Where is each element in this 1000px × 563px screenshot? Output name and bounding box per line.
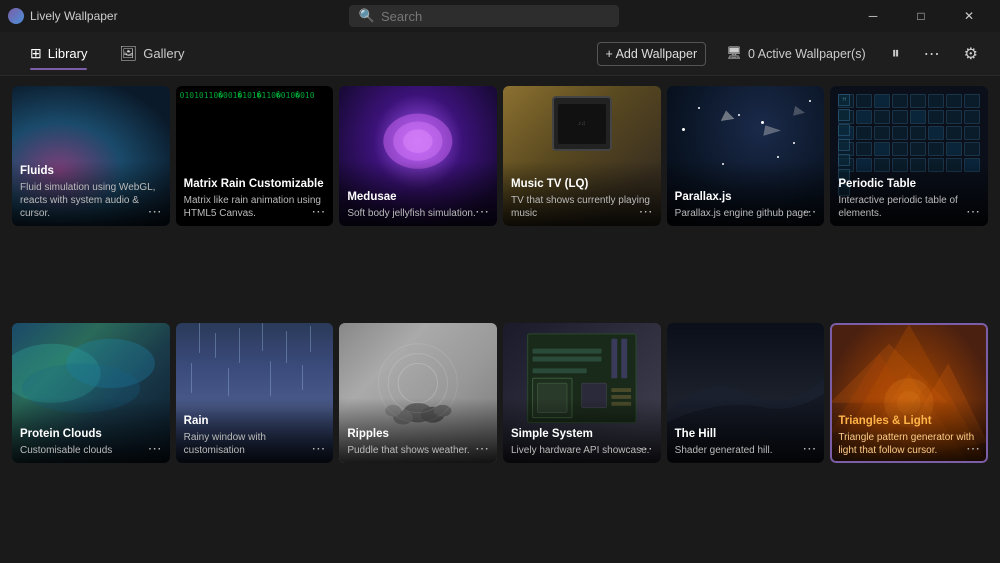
tab-gallery[interactable]: 🖼 Gallery <box>105 39 198 68</box>
card-menu-fluids[interactable]: ⋯ <box>144 202 166 220</box>
card-desc-the-hill: Shader generated hill. <box>675 444 817 457</box>
card-triangles-light[interactable]: Triangles & Light Triangle pattern gener… <box>830 323 988 463</box>
card-menu-triangles[interactable]: ⋯ <box>962 439 984 457</box>
card-desc-medusae: Soft body jellyfish simulation. <box>347 207 489 220</box>
card-desc-parallax: Parallax.js engine github page. <box>675 207 817 220</box>
card-desc-triangles: Triangle pattern generator with light th… <box>838 431 980 457</box>
card-ripples[interactable]: Ripples Puddle that shows weather. ⋯ <box>339 323 497 463</box>
card-rain[interactable]: Rain Rainy window with customisation ⋯ <box>176 323 334 463</box>
card-title-matrix: Matrix Rain Customizable <box>184 177 326 192</box>
search-icon: 🔍 <box>359 8 375 24</box>
library-icon: ⊞ <box>30 45 42 62</box>
tab-library[interactable]: ⊞ Library <box>16 39 101 68</box>
gallery-icon: 🖼 <box>119 45 137 62</box>
card-desc-fluids: Fluid simulation using WebGL, reacts wit… <box>20 181 162 220</box>
card-title-parallax: Parallax.js <box>675 190 817 205</box>
titlebar: Lively Wallpaper 🔍 ─ □ ✕ <box>0 0 1000 32</box>
card-music-tv[interactable]: ♪♫ Music TV (LQ) TV that shows currently… <box>503 86 661 226</box>
card-simple-system[interactable]: Simple System Lively hardware API showca… <box>503 323 661 463</box>
close-button[interactable]: ✕ <box>946 0 992 32</box>
settings-button[interactable]: ⚙ <box>958 40 984 68</box>
music-tv-screen: ♪♫ <box>558 104 606 144</box>
card-title-ripples: Ripples <box>347 427 489 442</box>
card-menu-music-tv[interactable]: ⋯ <box>635 202 657 220</box>
card-desc-simple-system: Lively hardware API showcase. <box>511 444 653 457</box>
gradient-overlay <box>830 398 988 463</box>
card-title-the-hill: The Hill <box>675 427 817 442</box>
card-title-rain: Rain <box>184 414 326 429</box>
card-menu-protein[interactable]: ⋯ <box>144 439 166 457</box>
search-bar: 🔍 <box>349 5 619 27</box>
titlebar-center: 🔍 <box>118 5 850 27</box>
card-desc-rain: Rainy window with customisation <box>184 431 326 457</box>
search-input[interactable] <box>381 9 609 24</box>
tab-library-label: Library <box>48 46 88 61</box>
card-menu-periodic[interactable]: ⋯ <box>962 202 984 220</box>
card-parallax[interactable]: Parallax.js Parallax.js engine github pa… <box>667 86 825 226</box>
app-title: Lively Wallpaper <box>30 9 118 23</box>
titlebar-left: Lively Wallpaper <box>8 8 118 24</box>
card-title-music-tv: Music TV (LQ) <box>511 177 653 192</box>
more-options-button[interactable]: ⋯ <box>918 40 946 68</box>
card-protein-clouds[interactable]: Protein Clouds Customisable clouds ⋯ <box>12 323 170 463</box>
monitor-icon: 🖥 <box>726 46 742 61</box>
card-fluids[interactable]: Fluids Fluid simulation using WebGL, rea… <box>12 86 170 226</box>
add-wallpaper-button[interactable]: + Add Wallpaper <box>597 42 707 66</box>
card-menu-simple-system[interactable]: ⋯ <box>635 439 657 457</box>
navbar: ⊞ Library 🖼 Gallery + Add Wallpaper 🖥 0 … <box>0 32 1000 76</box>
card-title-triangles: Triangles & Light <box>838 414 980 429</box>
minimize-button[interactable]: ─ <box>850 0 896 32</box>
card-title-fluids: Fluids <box>20 164 162 179</box>
card-menu-matrix[interactable]: ⋯ <box>307 202 329 220</box>
titlebar-controls: ─ □ ✕ <box>850 0 992 32</box>
card-menu-rain[interactable]: ⋯ <box>307 439 329 457</box>
app-icon <box>8 8 24 24</box>
card-medusae[interactable]: Medusae Soft body jellyfish simulation. … <box>339 86 497 226</box>
card-matrix-rain[interactable]: Matrix Rain Customizable Matrix like rai… <box>176 86 334 226</box>
wallpaper-grid: Fluids Fluid simulation using WebGL, rea… <box>0 76 1000 563</box>
card-periodic-table[interactable]: H Periodic Table Interactive periodic ta… <box>830 86 988 226</box>
card-info-triangles: Triangles & Light Triangle pattern gener… <box>830 408 988 463</box>
card-the-hill[interactable]: The Hill Shader generated hill. ⋯ <box>667 323 825 463</box>
card-desc-music-tv: TV that shows currently playing music <box>511 194 653 220</box>
card-desc-periodic: Interactive periodic table of elements. <box>838 194 980 220</box>
card-title-periodic: Periodic Table <box>838 177 980 192</box>
card-desc-protein: Customisable clouds <box>20 444 162 457</box>
card-desc-ripples: Puddle that shows weather. <box>347 444 489 457</box>
card-title-protein: Protein Clouds <box>20 427 162 442</box>
card-desc-matrix: Matrix like rain animation using HTML5 C… <box>184 194 326 220</box>
card-menu-medusae[interactable]: ⋯ <box>471 202 493 220</box>
card-title-medusae: Medusae <box>347 190 489 205</box>
maximize-button[interactable]: □ <box>898 0 944 32</box>
card-bg-triangles <box>830 323 988 463</box>
tab-gallery-label: Gallery <box>143 46 184 61</box>
card-title-simple-system: Simple System <box>511 427 653 442</box>
navbar-tabs: ⊞ Library 🖼 Gallery <box>16 39 198 68</box>
active-wallpaper-button[interactable]: 🖥 0 Active Wallpaper(s) <box>718 42 874 65</box>
pause-button[interactable]: ⏸ <box>886 41 906 67</box>
card-menu-parallax[interactable]: ⋯ <box>798 202 820 220</box>
navbar-actions: + Add Wallpaper 🖥 0 Active Wallpaper(s) … <box>597 40 984 68</box>
music-tv-device: ♪♫ <box>552 96 612 151</box>
card-menu-the-hill[interactable]: ⋯ <box>798 439 820 457</box>
card-menu-ripples[interactable]: ⋯ <box>471 439 493 457</box>
active-wallpaper-label: 0 Active Wallpaper(s) <box>748 47 866 61</box>
